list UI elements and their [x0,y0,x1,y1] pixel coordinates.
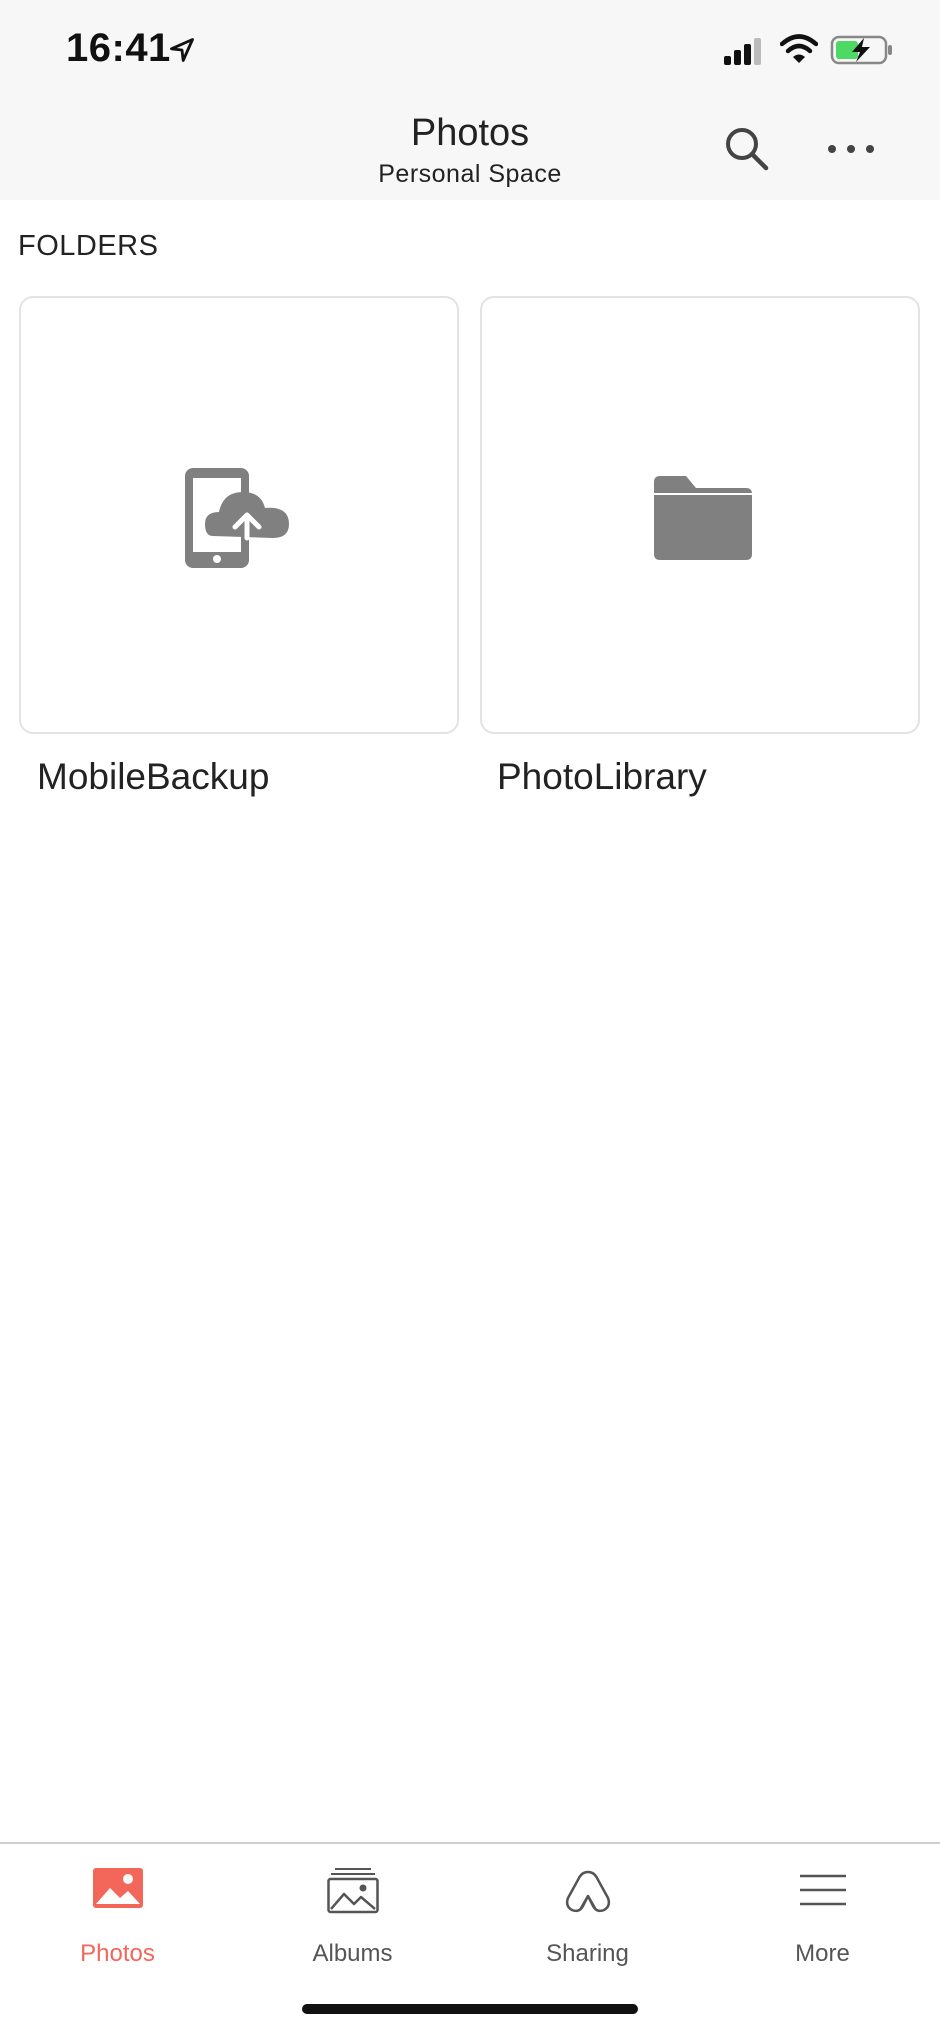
folder-name-photolibrary[interactable]: PhotoLibrary [497,756,707,798]
tab-photos-label: Photos [80,1940,155,1967]
search-icon[interactable] [722,124,770,172]
wifi-icon [780,34,818,63]
tab-albums[interactable]: Albums [235,1844,470,1994]
albums-icon [327,1868,379,1914]
tab-sharing-label: Sharing [546,1940,629,1967]
top-bar: 16:41 Photos Personal Space [0,0,940,200]
folder-card-photolibrary[interactable] [480,296,920,734]
folders-section-label: FOLDERS [18,230,159,262]
more-options-icon[interactable] [826,134,876,164]
photos-icon [93,1868,143,1908]
folder-card-mobilebackup[interactable] [19,296,459,734]
home-indicator[interactable] [302,2004,638,2014]
cellular-signal-icon [724,38,761,65]
location-arrow-icon [170,38,194,62]
phone-cloud-upload-icon [185,468,289,568]
folder-icon [654,476,752,560]
menu-icon [800,1874,846,1906]
tab-more[interactable]: More [705,1844,940,1994]
battery-charging-icon [830,35,892,65]
tab-more-label: More [795,1940,850,1967]
tab-albums-label: Albums [312,1940,393,1967]
page-title: Photos [410,112,530,154]
status-time: 16:41 [66,26,171,70]
tab-sharing[interactable]: Sharing [470,1844,705,1994]
sharing-icon [565,1870,611,1913]
page-subtitle: Personal Space [378,160,562,188]
folder-name-mobilebackup[interactable]: MobileBackup [37,756,269,798]
tab-photos[interactable]: Photos [0,1844,235,1994]
